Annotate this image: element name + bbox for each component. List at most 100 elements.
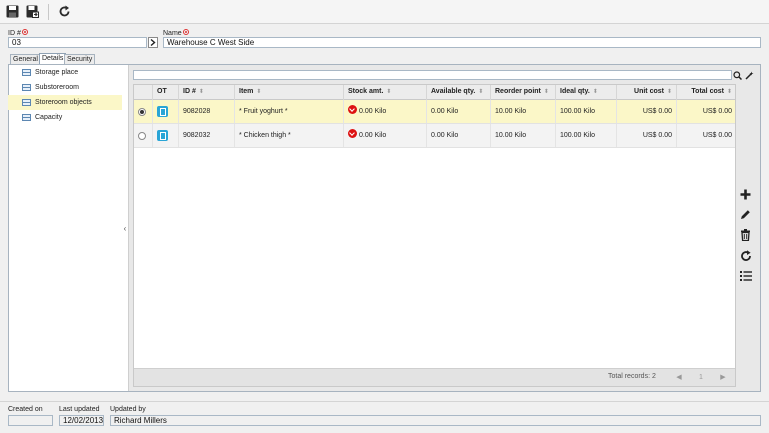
- toolbar: [0, 0, 769, 24]
- row-select-cell: [134, 124, 153, 147]
- id-cell: 9082032: [179, 124, 235, 147]
- table-row[interactable]: 9082028 * Fruit yoghurt * 0.00 Kilo 0.00…: [134, 100, 735, 124]
- grid-footer: Total records: 2 ◀ 1 ▶: [134, 368, 735, 386]
- stock-cell: 0.00 Kilo: [344, 100, 427, 123]
- search-icon: [733, 70, 742, 80]
- stock-below-icon: [348, 105, 357, 114]
- item-cell: * Fruit yoghurt *: [235, 100, 344, 123]
- total-records: Total records: 2: [608, 373, 656, 380]
- last-updated-label: Last updated: [59, 406, 100, 413]
- item-cell: * Chicken thigh *: [235, 124, 344, 147]
- stock-cell: 0.00 Kilo: [344, 124, 427, 147]
- object-type-icon: [157, 106, 168, 117]
- header-reorder[interactable]: Reorder point ⬍: [491, 85, 556, 100]
- trash-icon: [741, 228, 750, 241]
- prev-page-icon[interactable]: ◀: [673, 372, 685, 383]
- header-stock[interactable]: Stock amt. ⬍: [344, 85, 427, 100]
- tab-details[interactable]: Details: [39, 53, 67, 64]
- unit-cost-cell: US$ 0.00: [617, 100, 677, 123]
- created-on-field: [8, 415, 53, 426]
- sort-icon: ⬍: [543, 89, 549, 95]
- advanced-filter-button[interactable]: [744, 69, 755, 81]
- header-label: Reorder point: [495, 88, 541, 95]
- header-select: [134, 85, 153, 100]
- reorder-cell: 10.00 Kilo: [491, 100, 556, 123]
- refresh-icon[interactable]: [56, 3, 73, 20]
- row-radio[interactable]: [138, 132, 146, 140]
- open-record-button[interactable]: [148, 37, 158, 48]
- next-page-icon[interactable]: ▶: [717, 372, 729, 383]
- save-exit-icon[interactable]: [24, 3, 41, 20]
- sort-icon: ⬍: [726, 89, 732, 95]
- tab-security[interactable]: Security: [64, 54, 96, 64]
- ideal-cell: 100.00 Kilo: [556, 100, 617, 123]
- header-ideal[interactable]: Ideal qty. ⬍: [556, 85, 617, 100]
- header-total-cost[interactable]: Total cost ⬍: [677, 85, 735, 100]
- name-label: Name: [163, 29, 189, 37]
- tree-item-storage-place[interactable]: Storage place: [8, 65, 122, 80]
- table-icon: [22, 84, 31, 91]
- id-field[interactable]: 03: [8, 37, 147, 48]
- list-icon: [739, 270, 752, 281]
- table-icon: [22, 99, 31, 106]
- tree-item-label: Storeroom objects: [35, 99, 92, 106]
- refresh-grid-button[interactable]: [738, 248, 753, 263]
- header-label: Total cost: [691, 88, 724, 95]
- search-input[interactable]: [133, 70, 732, 80]
- header-unit-cost[interactable]: Unit cost ⬍: [617, 85, 677, 100]
- header-available[interactable]: Available qty. ⬍: [427, 85, 491, 100]
- ot-cell: [153, 100, 179, 123]
- table-icon: [22, 114, 31, 121]
- edit-button[interactable]: [738, 207, 753, 222]
- refresh-icon: [740, 249, 751, 261]
- header-label: Unit cost: [634, 88, 664, 95]
- sort-icon: ⬍: [198, 89, 204, 95]
- header-item[interactable]: Item ⬍: [235, 85, 344, 100]
- list-view-button[interactable]: [738, 268, 753, 283]
- tree-item-capacity[interactable]: Capacity: [8, 110, 122, 125]
- sort-icon: ⬍: [256, 89, 262, 95]
- row-radio[interactable]: [138, 108, 146, 116]
- header-label: Stock amt.: [348, 88, 384, 95]
- required-icon: [182, 29, 189, 35]
- updated-by-field: Richard Millers: [110, 415, 761, 426]
- storeroom-objects-grid: OT ID # ⬍ Item ⬍ Stock amt. ⬍ Available qty…: [133, 84, 736, 387]
- magic-filter-icon: [745, 71, 754, 80]
- created-on-label: Created on: [8, 406, 43, 413]
- stock-value: 0.00 Kilo: [359, 108, 387, 115]
- id-cell: 9082028: [179, 100, 235, 123]
- table-row[interactable]: 9082032 * Chicken thigh * 0.00 Kilo 0.00…: [134, 124, 735, 148]
- tab-general[interactable]: General: [10, 54, 41, 64]
- header-id[interactable]: ID # ⬍: [179, 85, 235, 100]
- id-label: ID #: [8, 29, 28, 37]
- row-select-cell: [134, 100, 153, 123]
- sort-icon: ⬍: [478, 89, 484, 95]
- sort-icon: ⬍: [666, 89, 672, 95]
- save-icon[interactable]: [4, 3, 21, 20]
- ideal-cell: 100.00 Kilo: [556, 124, 617, 147]
- total-cost-cell: US$ 0.00: [677, 100, 735, 123]
- add-button[interactable]: [738, 187, 753, 202]
- tree-item-substoreroom[interactable]: Substoreroom: [8, 80, 122, 95]
- grid-header: OT ID # ⬍ Item ⬍ Stock amt. ⬍ Available qty…: [134, 85, 735, 100]
- total-cost-cell: US$ 0.00: [677, 124, 735, 147]
- reorder-cell: 10.00 Kilo: [491, 124, 556, 147]
- header-ot[interactable]: OT: [153, 85, 179, 100]
- last-updated-field: 12/02/2013: [59, 415, 104, 426]
- page-number: 1: [699, 374, 703, 381]
- delete-button[interactable]: [738, 227, 753, 242]
- plus-icon: [740, 189, 751, 200]
- stock-value: 0.00 Kilo: [359, 132, 387, 139]
- name-field[interactable]: Warehouse C West Side: [163, 37, 761, 48]
- sort-icon: ⬍: [386, 89, 392, 95]
- search-button[interactable]: [732, 69, 743, 81]
- table-icon: [22, 69, 31, 76]
- available-cell: 0.00 Kilo: [427, 124, 491, 147]
- header-label: Item: [239, 88, 254, 95]
- pencil-icon: [741, 210, 750, 219]
- tree-item-label: Substoreroom: [35, 84, 79, 91]
- tree-item-storeroom-objects[interactable]: Storeroom objects: [8, 95, 122, 110]
- header-label: Ideal qty.: [560, 88, 590, 95]
- header-label: OT: [157, 88, 167, 95]
- available-cell: 0.00 Kilo: [427, 100, 491, 123]
